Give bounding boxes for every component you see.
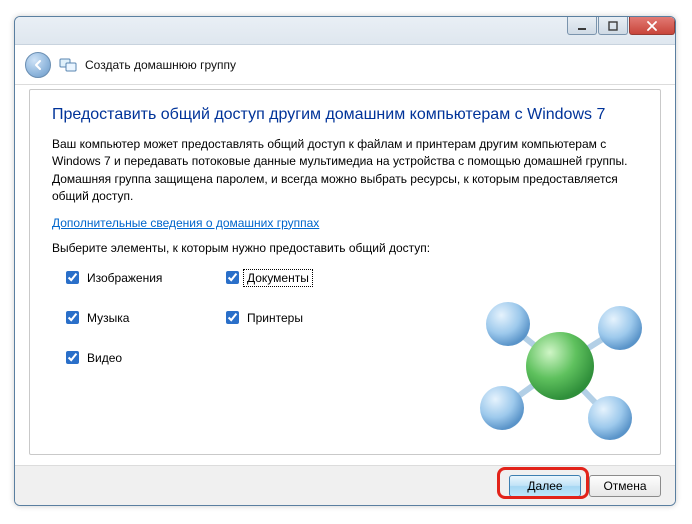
checkbox-documents[interactable]: Документы xyxy=(226,271,426,285)
checkbox-printers-label: Принтеры xyxy=(245,311,305,325)
header-title: Создать домашнюю группу xyxy=(85,58,236,72)
prompt-text: Выберите элементы, к которым нужно предо… xyxy=(52,240,638,257)
homegroup-icon xyxy=(59,56,77,74)
more-info-link[interactable]: Дополнительные сведения о домашних групп… xyxy=(52,216,319,230)
close-button[interactable] xyxy=(629,17,675,35)
next-button[interactable]: Далее xyxy=(509,475,581,497)
checkbox-video-input[interactable] xyxy=(66,351,79,364)
cancel-button[interactable]: Отмена xyxy=(589,475,661,497)
checkbox-printers-input[interactable] xyxy=(226,311,239,324)
dialog-window: Создать домашнюю группу Предоставить общ… xyxy=(14,16,676,506)
checkbox-music[interactable]: Музыка xyxy=(66,311,226,325)
checkbox-printers[interactable]: Принтеры xyxy=(226,311,426,325)
footer-bar: Далее Отмена xyxy=(15,465,675,505)
description-text: Ваш компьютер может предоставлять общий … xyxy=(52,136,638,206)
maximize-button[interactable] xyxy=(598,17,628,35)
checkbox-images-label: Изображения xyxy=(85,271,164,285)
back-button[interactable] xyxy=(25,52,51,78)
checkbox-video[interactable]: Видео xyxy=(66,351,226,365)
checkbox-images-input[interactable] xyxy=(66,271,79,284)
header-row: Создать домашнюю группу xyxy=(15,45,675,85)
minimize-button[interactable] xyxy=(567,17,597,35)
page-heading: Предоставить общий доступ другим домашни… xyxy=(52,106,638,124)
decorative-spheres-icon xyxy=(450,276,650,446)
checkbox-documents-label: Документы xyxy=(245,271,311,285)
checkbox-music-input[interactable] xyxy=(66,311,79,324)
window-controls xyxy=(566,17,675,44)
checkbox-images[interactable]: Изображения xyxy=(66,271,226,285)
content-panel: Предоставить общий доступ другим домашни… xyxy=(29,89,661,455)
checkbox-music-label: Музыка xyxy=(85,311,131,325)
checkbox-documents-input[interactable] xyxy=(226,271,239,284)
titlebar-left xyxy=(15,17,566,44)
titlebar xyxy=(15,17,675,45)
back-arrow-icon xyxy=(31,58,45,72)
checkbox-video-label: Видео xyxy=(85,351,124,365)
